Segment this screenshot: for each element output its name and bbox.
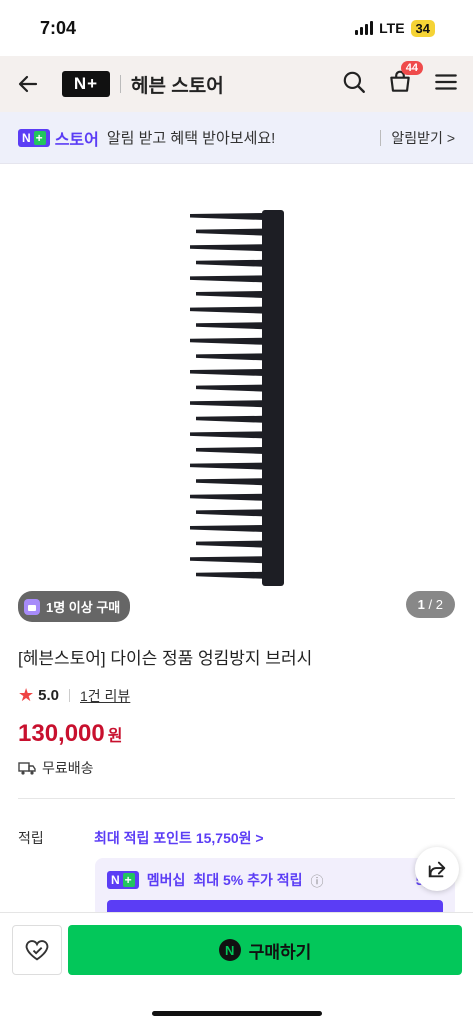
points-row: 적립 최대 적립 포인트 15,750원 > xyxy=(18,828,455,848)
header-actions: 44 xyxy=(341,60,459,100)
comb-tooth xyxy=(196,259,264,267)
product-image xyxy=(190,210,284,586)
membership-box[interactable]: N+ 멤버십 최대 5% 추가 적립 ⓘ 5,20 xyxy=(95,858,455,920)
comb-tooth xyxy=(190,244,264,252)
price-row: 130,000 원 xyxy=(18,720,455,748)
bag-icon xyxy=(24,598,40,615)
comb-tooth xyxy=(190,213,264,220)
header-divider xyxy=(120,75,121,93)
comb-tooth xyxy=(196,322,264,330)
shipping-row: 무료배송 xyxy=(18,758,455,778)
naver-pay-icon: N xyxy=(218,939,241,961)
naver-plus-logo[interactable]: N+ xyxy=(62,71,110,97)
battery-icon: 34 xyxy=(410,19,435,37)
price: 130,000 xyxy=(18,720,105,747)
banner-store-label: 스토어 xyxy=(54,131,99,149)
bottom-action-bar: N 구매하기 xyxy=(0,912,473,1024)
comb-tooth xyxy=(196,228,264,236)
rating-value: 5.0 xyxy=(38,687,59,704)
review-link[interactable]: 1건 리뷰 xyxy=(80,686,130,706)
naver-plus-mini-logo: N + xyxy=(18,128,50,147)
comb-tooth xyxy=(196,540,264,548)
buy-button[interactable]: N 구매하기 xyxy=(68,925,462,975)
comb-tooth xyxy=(190,431,264,439)
page-indicator: 1 / 2 xyxy=(405,591,455,618)
truck-icon xyxy=(18,762,36,775)
banner-divider xyxy=(380,129,382,146)
banner-logo: N + 스토어 xyxy=(18,126,99,150)
info-icon[interactable]: ⓘ xyxy=(311,871,324,890)
purchase-count-text: 1명 이상 구매 xyxy=(46,600,121,615)
buy-button-label: 구매하기 xyxy=(248,942,312,962)
comb-tooth xyxy=(190,369,264,376)
share-icon xyxy=(428,861,446,878)
points-label: 적립 xyxy=(18,830,44,846)
comb-tooth xyxy=(190,493,264,501)
product-info: [헤븐스토어] 다이슨 정품 엉킴방지 브러시 ★ 5.0 1건 리뷰 130,… xyxy=(18,644,455,799)
network-label: LTE xyxy=(379,20,405,36)
notification-banner[interactable]: N + 스토어 알림 받고 혜택 받아보세요! 알림받기 > xyxy=(0,112,473,164)
comb-tooth xyxy=(190,525,264,532)
price-unit: 원 xyxy=(107,728,123,745)
store-header: N+ 헤븐 스토어 44 xyxy=(0,56,473,112)
naver-plus-mini-logo: N + xyxy=(107,871,139,889)
comb-tooth xyxy=(196,291,264,298)
heart-check-icon xyxy=(25,940,49,961)
comb-tooth xyxy=(190,275,264,283)
subscribe-alert-link[interactable]: 알림받기 > xyxy=(391,128,455,148)
max-points-link[interactable]: 최대 적립 포인트 15,750원 > xyxy=(94,828,264,848)
membership-text: 최대 5% 추가 적립 xyxy=(193,872,303,888)
comb-tooth xyxy=(190,462,264,470)
home-indicator[interactable] xyxy=(152,1011,322,1016)
membership-row: N+ 멤버십 최대 5% 추가 적립 ⓘ 5,20 xyxy=(107,870,443,890)
comb-tooth xyxy=(196,353,264,361)
status-bar: 7:04 LTE 34 xyxy=(0,0,473,56)
share-button[interactable] xyxy=(415,847,459,891)
comb-tooth xyxy=(196,384,264,392)
page-current: 1 xyxy=(417,597,425,612)
store-name[interactable]: 헤븐 스토어 xyxy=(131,71,224,98)
section-divider xyxy=(18,798,455,799)
status-indicators: LTE 34 xyxy=(355,19,435,37)
membership-tag: 멤버십 xyxy=(146,872,186,888)
comb-tooth xyxy=(196,447,264,454)
purchase-count-badge: 1명 이상 구매 xyxy=(18,591,131,622)
rating-row: ★ 5.0 1건 리뷰 xyxy=(18,685,455,706)
comb-tooth xyxy=(196,415,264,423)
rating-divider xyxy=(69,689,70,702)
cart-button[interactable]: 44 xyxy=(387,60,423,100)
comb-tooth xyxy=(190,556,264,564)
banner-text: 알림 받고 혜택 받아보세요! xyxy=(106,130,276,147)
star-icon: ★ xyxy=(18,685,35,705)
status-time: 7:04 xyxy=(40,17,77,38)
wishlist-button[interactable] xyxy=(12,925,62,975)
search-icon[interactable] xyxy=(341,69,367,100)
comb-tooth xyxy=(196,509,264,517)
comb-tooth xyxy=(190,306,264,314)
comb-tooth xyxy=(196,571,264,579)
comb-tooth xyxy=(196,478,264,486)
back-icon[interactable] xyxy=(14,70,42,98)
cart-count-badge: 44 xyxy=(400,60,423,75)
signal-icon xyxy=(355,21,374,35)
product-title: [헤븐스토어] 다이슨 정품 엉킴방지 브러시 xyxy=(18,649,313,668)
product-gallery[interactable]: 1명 이상 구매 1 / 2 xyxy=(0,164,473,632)
comb-tooth xyxy=(190,400,264,408)
menu-icon[interactable] xyxy=(433,69,459,100)
page-total: / 2 xyxy=(428,597,443,612)
comb-tooth xyxy=(190,337,264,345)
shipping-text: 무료배송 xyxy=(42,760,94,776)
